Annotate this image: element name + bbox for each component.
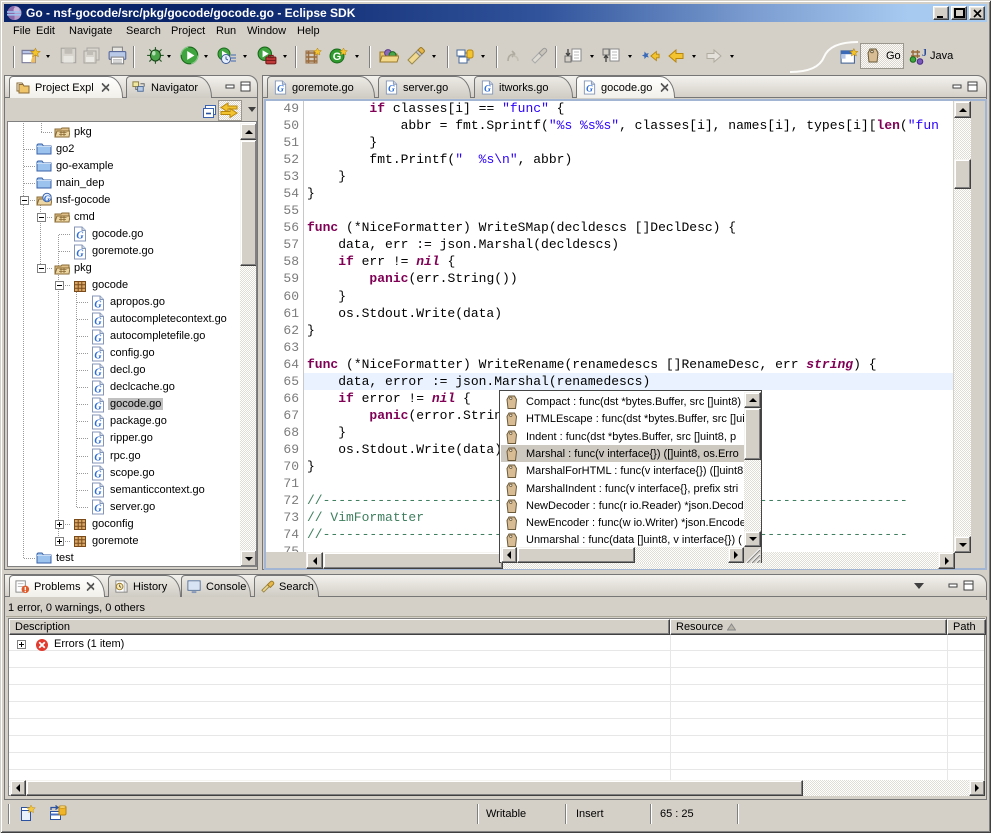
svg-text:J: J — [922, 48, 926, 59]
svg-text:G: G — [333, 51, 342, 63]
